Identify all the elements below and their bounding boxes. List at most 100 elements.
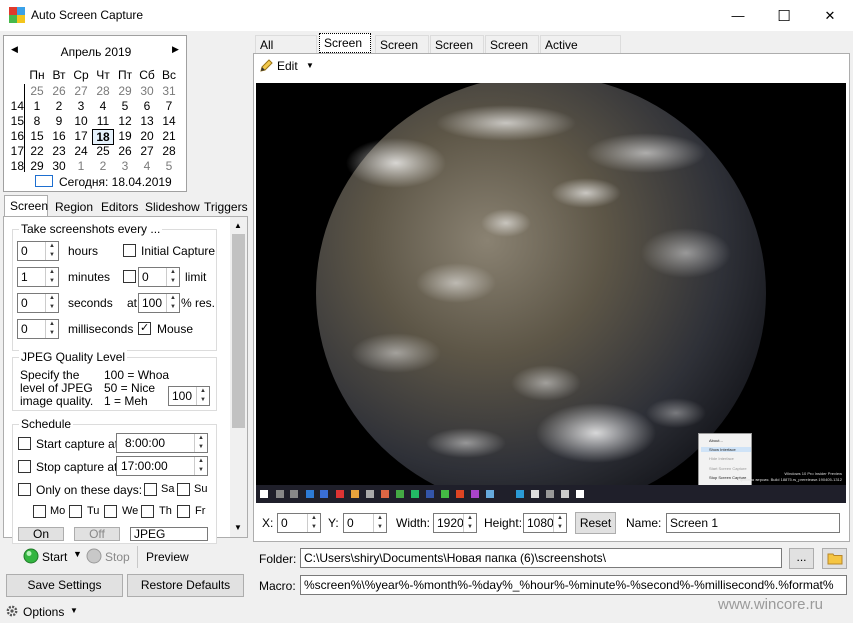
saturday-checkbox[interactable] [144,483,157,496]
wednesday-checkbox[interactable] [104,505,117,518]
maximize-button[interactable]: ☐ [761,0,807,31]
calendar-day[interactable]: 3 [114,159,136,173]
calendar-day[interactable]: 16 [48,129,70,143]
save-settings-button[interactable]: Save Settings [6,574,123,597]
friday-checkbox[interactable] [177,505,190,518]
calendar-day[interactable]: 20 [136,129,158,143]
calendar-day[interactable]: 27 [136,144,158,158]
folder-input[interactable]: C:\Users\shiry\Documents\Новая папка (6)… [300,548,782,568]
calendar-day[interactable]: 2 [48,99,70,113]
restore-defaults-button[interactable]: Restore Defaults [127,574,244,597]
calendar-day[interactable]: 30 [136,84,158,98]
jpeg-quality-stepper[interactable]: 100 ▲ ▼ [168,386,210,406]
days-checkbox[interactable] [18,483,31,496]
calendar-day[interactable]: 9 [48,114,70,128]
edit-dropdown-icon[interactable]: ▼ [306,61,314,70]
macro-input[interactable]: %screen%\%year%-%month%-%day%_%hour%-%mi… [300,575,847,595]
next-month-icon[interactable]: ▶ [172,44,182,55]
tab-slideshow[interactable]: Slideshow [140,197,200,217]
hours-stepper[interactable]: 0 ▲ ▼ [17,241,59,261]
calendar[interactable]: ◀ Апрель 2019 ▶ Пн Вт Ср Чт Пт Сб Вс 25 26 27 28 2… [3,35,187,192]
tab-screen-3[interactable]: Screen 3 [430,35,484,66]
scroll-up-icon[interactable]: ▲ [234,221,242,230]
calendar-day[interactable]: 5 [114,99,136,113]
start-dropdown-icon[interactable]: ▼ [73,549,82,559]
open-folder-button[interactable] [822,548,847,569]
calendar-day[interactable]: 28 [92,84,114,98]
stop-capture-checkbox[interactable] [18,460,31,473]
calendar-day[interactable]: 31 [158,84,180,98]
today-link[interactable]: Сегодня: 18.04.2019 [59,175,172,189]
calendar-day[interactable]: 19 [114,129,136,143]
reset-button[interactable]: Reset [575,512,616,534]
calendar-day[interactable]: 10 [70,114,92,128]
tab-screen-1[interactable]: Screen 1 [319,33,371,64]
format-dropdown[interactable]: JPEG [130,527,208,541]
browse-folder-button[interactable]: ... [789,548,814,569]
calendar-day[interactable]: 24 [70,144,92,158]
screen-name-input[interactable]: Screen 1 [666,513,840,533]
calendar-day[interactable]: 15 [26,129,48,143]
scroll-down-icon[interactable]: ▼ [234,523,242,532]
minimize-button[interactable]: — [715,0,761,31]
calendar-day[interactable]: 12 [114,114,136,128]
calendar-day[interactable]: 1 [70,159,92,173]
calendar-day[interactable]: 27 [70,84,92,98]
tuesday-checkbox[interactable] [69,505,82,518]
scrollbar-thumb[interactable] [232,234,245,428]
stop-time-picker[interactable]: 17:00:00 ▲ ▼ [116,456,208,476]
schedule-off-button[interactable]: Off [74,527,120,541]
calendar-day[interactable]: 17 [70,129,92,143]
calendar-day[interactable]: 18 [92,129,114,145]
limit-checkbox[interactable] [123,270,136,283]
tab-all-screens[interactable]: All Screens [255,35,317,66]
height-stepper[interactable]: 1080 ▲ ▼ [523,513,567,533]
calendar-day[interactable]: 6 [136,99,158,113]
calendar-day[interactable]: 4 [92,99,114,113]
calendar-day[interactable]: 21 [158,129,180,143]
stop-button[interactable]: Stop [105,550,130,564]
tab-region[interactable]: Region [50,197,96,217]
calendar-day[interactable]: 28 [158,144,180,158]
calendar-day[interactable]: 23 [48,144,70,158]
preview-button[interactable]: Preview [146,550,189,564]
calendar-day[interactable]: 2 [92,159,114,173]
x-stepper[interactable]: 0 ▲ ▼ [277,513,321,533]
schedule-on-button[interactable]: On [18,527,64,541]
close-button[interactable]: ✕ [807,0,853,31]
initial-capture-checkbox[interactable] [123,244,136,257]
calendar-day[interactable]: 30 [48,159,70,173]
calendar-day[interactable]: 8 [26,114,48,128]
monday-checkbox[interactable] [33,505,46,518]
milliseconds-stepper[interactable]: 0 ▲ ▼ [17,319,59,339]
calendar-day[interactable]: 26 [48,84,70,98]
calendar-day[interactable]: 7 [158,99,180,113]
y-stepper[interactable]: 0 ▲ ▼ [343,513,387,533]
tab-screen-4[interactable]: Screen 4 [485,35,539,66]
calendar-day[interactable]: 13 [136,114,158,128]
calendar-day[interactable]: 4 [136,159,158,173]
resolution-stepper[interactable]: 100 ▲ ▼ [138,293,180,313]
calendar-day[interactable]: 3 [70,99,92,113]
mouse-checkbox[interactable] [138,321,151,335]
edit-button[interactable]: Edit [277,59,298,73]
tab-screen[interactable]: Screen [4,195,48,216]
calendar-day[interactable]: 26 [114,144,136,158]
tab-screen-2[interactable]: Screen 2 [375,35,429,66]
thursday-checkbox[interactable] [141,505,154,518]
start-time-picker[interactable]: 8:00:00 ▲ ▼ [116,433,208,453]
calendar-day[interactable]: 25 [92,144,114,158]
calendar-day[interactable]: 22 [26,144,48,158]
seconds-stepper[interactable]: 0 ▲ ▼ [17,293,59,313]
calendar-day[interactable]: 5 [158,159,180,173]
tab-active-window[interactable]: Active Window [540,35,621,66]
calendar-day[interactable]: 14 [158,114,180,128]
screenshot-preview[interactable]: About... Show Interface Hide Interface S… [256,83,846,503]
start-capture-checkbox[interactable] [18,437,31,450]
calendar-day[interactable]: 29 [26,159,48,173]
sunday-checkbox[interactable] [177,483,190,496]
limit-stepper[interactable]: 0 ▲ ▼ [138,267,180,287]
calendar-day[interactable]: 1 [26,99,48,113]
calendar-day[interactable]: 29 [114,84,136,98]
calendar-day[interactable]: 11 [92,114,114,128]
